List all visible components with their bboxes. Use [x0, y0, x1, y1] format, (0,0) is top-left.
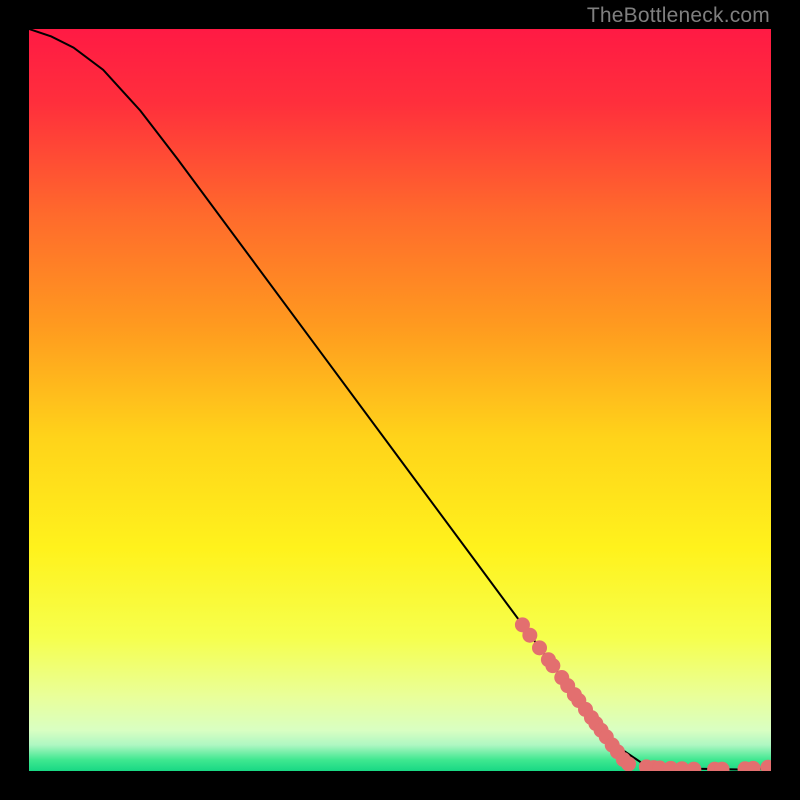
marker-point [761, 760, 771, 771]
marker-point [522, 628, 537, 643]
marker-point [532, 640, 547, 655]
curve-line [29, 29, 771, 770]
marker-point [686, 762, 701, 771]
marker-point [545, 658, 560, 673]
chart-stage: TheBottleneck.com [0, 0, 800, 800]
data-layer [29, 29, 771, 771]
plot-area [29, 29, 771, 771]
marker-group [515, 617, 771, 771]
watermark-text: TheBottleneck.com [587, 4, 770, 28]
marker-point [621, 756, 636, 771]
